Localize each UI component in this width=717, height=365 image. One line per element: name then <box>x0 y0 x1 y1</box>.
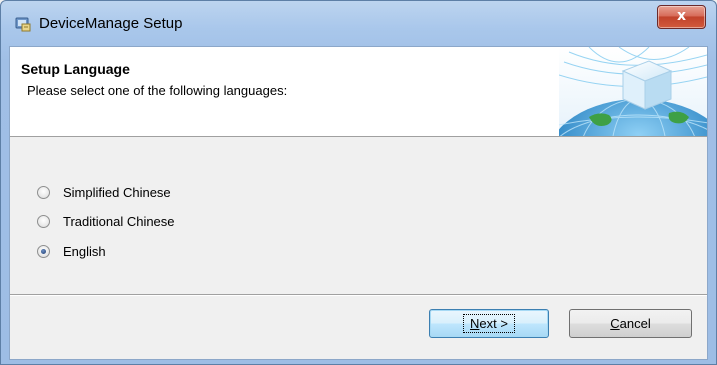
title-bar[interactable]: DeviceManage Setup x <box>1 1 716 45</box>
radio-button[interactable] <box>37 185 50 199</box>
radio-button-selected[interactable] <box>37 244 50 258</box>
page-title: Setup Language <box>21 61 130 77</box>
window-title: DeviceManage Setup <box>39 15 183 32</box>
cancel-button[interactable]: Cancel <box>569 309 692 338</box>
language-option-traditional-chinese[interactable]: Traditional Chinese <box>37 211 175 231</box>
header-panel: Setup Language Please select one of the … <box>10 47 707 137</box>
language-option-simplified-chinese[interactable]: Simplified Chinese <box>37 182 171 202</box>
language-option-english[interactable]: English <box>37 241 106 261</box>
globe-cube-banner <box>559 47 707 136</box>
radio-button[interactable] <box>37 214 50 228</box>
close-button[interactable]: x <box>657 5 706 29</box>
radio-label: Traditional Chinese <box>63 213 175 229</box>
cancel-button-label: Cancel <box>610 316 651 331</box>
page-subtitle: Please select one of the following langu… <box>27 83 288 98</box>
setup-window: DeviceManage Setup x Setup Language Plea… <box>0 0 717 365</box>
next-button[interactable]: Next > <box>429 309 549 338</box>
separator <box>10 294 707 296</box>
close-icon: x <box>676 8 687 24</box>
next-button-label: Next > <box>463 314 515 333</box>
radio-label: Simplified Chinese <box>63 184 171 200</box>
installer-icon <box>15 17 31 32</box>
dialog-client-area: Setup Language Please select one of the … <box>9 46 708 360</box>
radio-label: English <box>63 243 106 259</box>
